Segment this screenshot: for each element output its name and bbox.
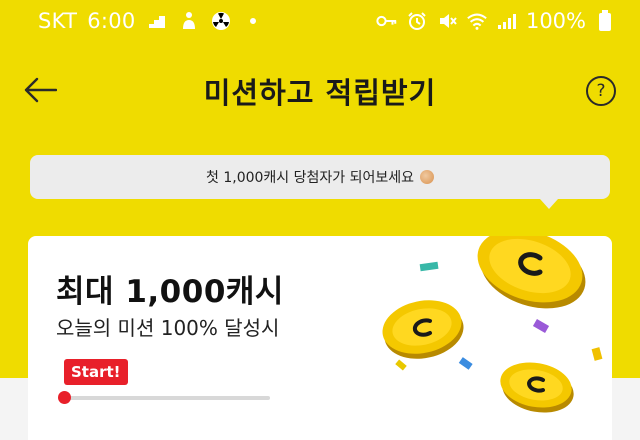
confetti-piece bbox=[532, 319, 550, 333]
mission-card[interactable]: 최대 1,000캐시 오늘의 미션 100% 달성시 Start! bbox=[28, 236, 612, 440]
app-screen: SKT 6:00 100% 미션하고 적립받기 ? 첫 1,000캐시 당첨자가… bbox=[0, 0, 640, 440]
card-title: 최대 1,000캐시 bbox=[56, 274, 284, 310]
hand-emoji-icon bbox=[420, 170, 434, 184]
key-icon bbox=[376, 10, 398, 32]
progress-track bbox=[64, 396, 270, 400]
coin-icon bbox=[477, 236, 586, 309]
clock: 6:00 bbox=[87, 9, 136, 33]
confetti-piece bbox=[419, 261, 439, 272]
coin-illustration bbox=[382, 236, 603, 413]
card-subtitle: 오늘의 미션 100% 달성시 bbox=[56, 316, 280, 340]
confetti-piece bbox=[395, 359, 407, 371]
coin-icon bbox=[500, 362, 574, 413]
tooltip-arrow bbox=[540, 199, 558, 209]
confetti-piece bbox=[591, 347, 603, 361]
battery-icon bbox=[594, 10, 616, 32]
coin-icon bbox=[382, 300, 464, 359]
dot-icon bbox=[242, 10, 264, 32]
help-icon: ? bbox=[596, 81, 606, 101]
signal-icon bbox=[496, 10, 518, 32]
app-header: 미션하고 적립받기 ? bbox=[0, 60, 640, 116]
promo-tooltip: 첫 1,000캐시 당첨자가 되어보세요 bbox=[30, 155, 610, 199]
radiation-icon bbox=[210, 10, 232, 32]
alarm-icon bbox=[406, 10, 428, 32]
carrier-label: SKT bbox=[38, 9, 78, 33]
start-badge: Start! bbox=[64, 359, 128, 385]
confetti-piece bbox=[458, 357, 473, 370]
help-button[interactable]: ? bbox=[586, 76, 616, 106]
status-bar: SKT 6:00 100% bbox=[0, 0, 640, 44]
battery-percent: 100% bbox=[525, 9, 586, 33]
wifi-icon bbox=[466, 10, 488, 32]
tooltip-text: 첫 1,000캐시 당첨자가 되어보세요 bbox=[206, 170, 414, 186]
mute-icon bbox=[436, 10, 458, 32]
page-title: 미션하고 적립받기 bbox=[203, 76, 437, 110]
person-icon bbox=[178, 10, 200, 32]
status-bar-left: SKT 6:00 bbox=[38, 9, 264, 33]
status-bar-right: 100% bbox=[376, 9, 616, 33]
staircase-icon bbox=[146, 10, 168, 32]
progress-indicator bbox=[58, 391, 71, 404]
